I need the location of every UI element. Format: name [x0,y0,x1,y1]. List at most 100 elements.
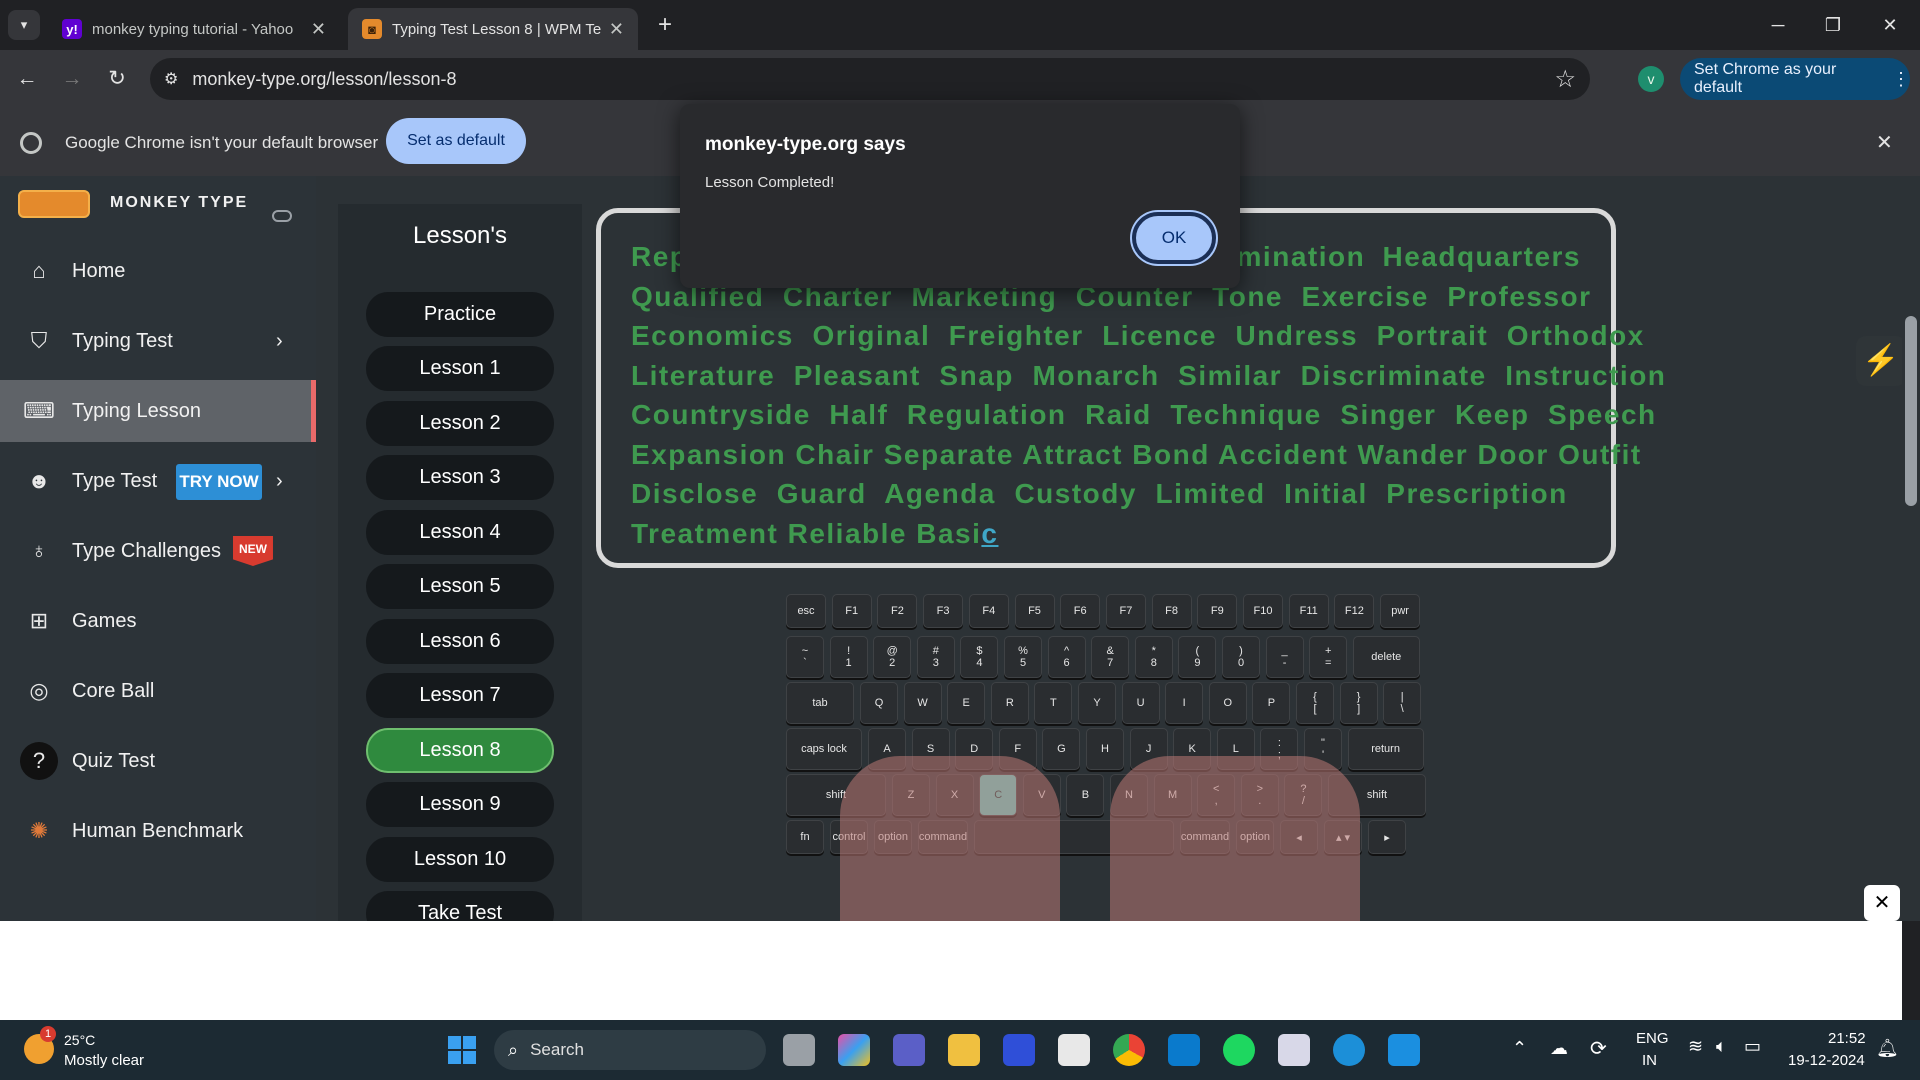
search-label: Search [530,1040,584,1059]
ok-button[interactable]: OK [1132,212,1216,264]
infobar-close-icon[interactable]: ✕ [1876,130,1893,155]
sidebar-item-quiz-test[interactable]: ? Quiz Test [0,730,316,792]
tab-search-button[interactable]: ▾ [8,10,40,40]
sidebar-item-games[interactable]: ⊞ Games [0,590,316,652]
url-text[interactable]: monkey-type.org/lesson/lesson-8 [192,69,456,90]
key-pwr: pwr [1380,594,1421,628]
key-label: 3 [932,657,939,669]
photos-icon[interactable] [1388,1034,1420,1066]
lesson-button-7[interactable]: Lesson 7 [366,673,554,718]
theme-toggle-icon[interactable] [272,210,292,222]
sidebar-item-typing-lesson[interactable]: ⌨ Typing Lesson [0,380,316,442]
file-explorer-icon[interactable] [948,1034,980,1066]
set-default-label: Set Chrome as your default [1694,61,1837,96]
edge-icon[interactable] [1333,1034,1365,1066]
tab-typing-lesson[interactable]: ◙ Typing Test Lesson 8 | WPM Tes ✕ [348,8,638,50]
key-label: 2 [889,657,896,669]
address-bar[interactable]: ⚙ monkey-type.org/lesson/lesson-8 ☆ [150,58,1590,100]
forward-icon[interactable]: → [57,64,87,94]
sync-icon[interactable]: ⟳ [1590,1036,1607,1061]
weather-temp: 25°C [64,1032,96,1048]
wifi-icon[interactable]: ≋ [1688,1036,1703,1057]
key-bracket: {[ [1296,682,1334,724]
ad-close-icon[interactable]: ✕ [1864,885,1900,921]
sidebar-item-label: Games [72,609,137,632]
bookmark-star-icon[interactable]: ☆ [1554,65,1576,94]
scrollbar[interactable] [1902,176,1920,921]
sidebar-item-home[interactable]: ⌂ Home [0,240,316,302]
region-label[interactable]: IN [1642,1052,1657,1069]
lesson-button-10[interactable]: Lesson 10 [366,837,554,882]
clock-time[interactable]: 21:52 [1828,1030,1866,1047]
search-box[interactable]: ⌕ Search [494,1030,766,1070]
onedrive-icon[interactable]: ☁ [1550,1038,1568,1059]
key-o: O [1208,682,1247,724]
key-fn: fn [786,820,824,854]
snipping-tool-icon[interactable] [1278,1034,1310,1066]
lesson-button-1[interactable]: Lesson 1 [366,346,554,391]
alert-dialog: monkey-type.org says Lesson Completed! O… [680,104,1240,288]
more-menu-icon[interactable]: ⋮ [1892,69,1910,90]
take-test-button[interactable]: Take Test [366,891,554,921]
key-p: P [1252,682,1291,724]
lesson-button-3[interactable]: Lesson 3 [366,455,554,500]
award-icon: ♁ [30,538,48,563]
key-shift-label: $ [976,645,983,657]
key-label: = [1324,657,1332,669]
scrollbar-thumb[interactable] [1905,316,1917,506]
set-as-default-button[interactable]: Set as default [386,118,526,164]
restore-icon[interactable]: ❐ [1815,10,1851,40]
close-tab-icon[interactable]: ✕ [311,19,326,40]
new-tab-button[interactable]: + [650,10,680,40]
close-tab-icon[interactable]: ✕ [609,19,624,40]
set-default-button[interactable]: Set Chrome as your default ⋮ [1680,58,1910,100]
lesson-button-9[interactable]: Lesson 9 [366,782,554,827]
lesson-button-6[interactable]: Lesson 6 [366,619,554,664]
ai-app-icon[interactable] [1003,1034,1035,1066]
key-g: G [1042,728,1081,770]
ad-banner [0,921,1902,1020]
minimize-icon[interactable]: ─ [1760,10,1796,40]
lesson-button-practice[interactable]: Practice [366,292,554,337]
sidebar-item-human-benchmark[interactable]: ✺ Human Benchmark [0,800,316,862]
spotify-icon[interactable] [1223,1034,1255,1066]
sidebar-item-typing-test[interactable]: ⛉ Typing Test › [0,310,316,372]
vscode-icon[interactable] [1168,1034,1200,1066]
key-h: H [1086,728,1124,770]
teams-icon[interactable] [893,1034,925,1066]
sidebar-item-core-ball[interactable]: ◎ Core Ball [0,660,316,722]
key-shift-label: | [1400,691,1404,703]
battery-icon[interactable]: ▭ [1744,1036,1761,1057]
task-view-icon[interactable] [783,1034,815,1066]
lesson-button-8[interactable]: Lesson 8 [366,728,554,773]
start-icon[interactable] [448,1036,476,1064]
clock-date[interactable]: 19-12-2024 [1788,1052,1865,1069]
key-label: 0 [1237,657,1245,669]
lesson-button-2[interactable]: Lesson 2 [366,401,554,446]
sidebar-item-label: Typing Test [72,329,173,352]
reload-icon[interactable]: ↻ [102,64,132,94]
avatar[interactable]: v [1638,66,1664,92]
site-info-icon[interactable]: ⚙ [164,69,178,89]
notification-bell-icon[interactable]: 🔔︎ [1876,1038,1899,1059]
store-icon[interactable] [1058,1034,1090,1066]
key-shift-label: ^ [1064,645,1070,657]
sidebar-item-type-test[interactable]: ☻ Type Test TRY NOW › [0,450,316,512]
extension-float-icon[interactable]: ⚡ [1856,336,1906,386]
tab-yahoo[interactable]: y! monkey typing tutorial - Yahoo ✕ [48,8,340,50]
sidebar-item-type-challenges[interactable]: ♁ Type Challenges NEW [0,520,316,582]
copilot-icon[interactable] [838,1034,870,1066]
key-digit: #3 [916,636,955,678]
key-t: T [1034,682,1073,724]
chevron-up-icon[interactable]: ⌃ [1512,1038,1527,1059]
key-label: 1 [845,657,852,669]
key-f7: F7 [1105,594,1146,628]
close-window-icon[interactable]: ✕ [1872,10,1908,40]
key-f12: F12 [1334,594,1375,628]
lesson-button-4[interactable]: Lesson 4 [366,510,554,555]
chrome-icon[interactable] [1113,1034,1145,1066]
language-label[interactable]: ENG [1636,1030,1669,1047]
back-icon[interactable]: ← [12,64,42,94]
volume-icon[interactable]: 🔈︎ [1716,1036,1727,1057]
lesson-button-5[interactable]: Lesson 5 [366,564,554,609]
